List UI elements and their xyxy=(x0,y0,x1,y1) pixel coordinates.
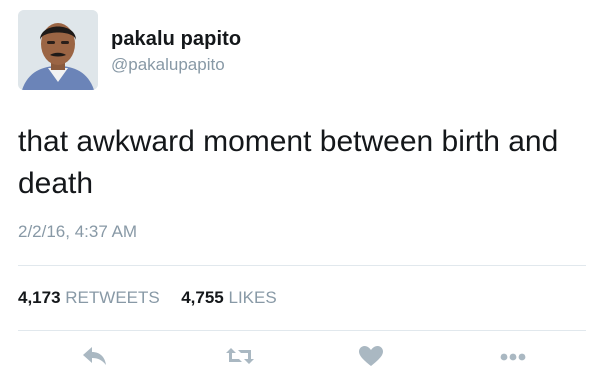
tweet-stats: 4,173 RETWEETS 4,755 LIKES xyxy=(18,288,277,308)
avatar[interactable] xyxy=(18,10,98,90)
more-button[interactable] xyxy=(496,345,530,375)
like-button[interactable] xyxy=(354,345,388,375)
tweet-text: that awkward moment between birth and de… xyxy=(18,125,559,200)
username-handle[interactable]: @pakalupapito xyxy=(111,55,225,75)
tweet-card: pakalu papito @pakalupapito that awkward… xyxy=(0,0,600,384)
more-icon xyxy=(500,353,526,361)
retweets-label: RETWEETS xyxy=(65,288,160,307)
tweet-timestamp[interactable]: 2/2/16, 4:37 AM xyxy=(18,222,137,242)
display-name[interactable]: pakalu papito xyxy=(111,28,241,51)
retweet-icon xyxy=(226,348,254,364)
retweets-stat[interactable]: 4,173 RETWEETS xyxy=(18,288,164,307)
retweet-button[interactable] xyxy=(223,345,257,375)
likes-label: LIKES xyxy=(228,288,277,307)
action-bar xyxy=(0,345,600,375)
avatar-photo xyxy=(18,10,98,90)
like-icon xyxy=(359,346,383,366)
likes-stat[interactable]: 4,755 LIKES xyxy=(181,288,276,307)
divider xyxy=(18,330,586,331)
divider xyxy=(18,265,586,266)
reply-button[interactable] xyxy=(78,345,112,375)
retweets-count: 4,173 xyxy=(18,288,61,307)
reply-icon xyxy=(83,347,106,365)
likes-count: 4,755 xyxy=(181,288,224,307)
